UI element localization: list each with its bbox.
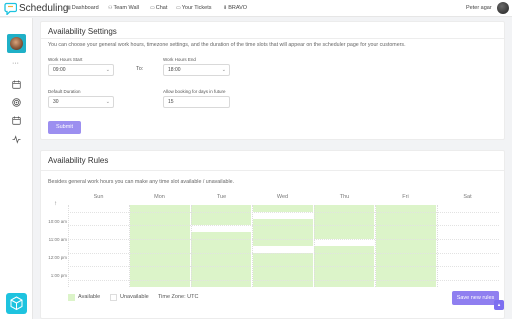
save-new-rules-button[interactable]: Save new rules [452,291,499,305]
chat-icon: ▭ [150,5,155,11]
day-column-mon [129,205,190,287]
booking-days-input[interactable]: 15 [163,96,230,108]
activity-icon[interactable] [12,135,21,144]
rules-subtitle: Besides general work hours you can make … [48,179,235,185]
to-label: To: [136,66,144,72]
work-hours-start-label: Work Hours Start [48,57,83,62]
chevron-down-icon: ⌄ [221,67,226,73]
chevron-down-icon: ⌄ [105,99,110,105]
team-icon: ⚇ [108,5,113,11]
brand-name[interactable]: Scheduling [19,2,68,15]
day-header-sat: Sat [463,194,472,200]
target-icon[interactable] [12,98,21,107]
sidebar: ··· [0,18,33,319]
work-hours-end-select[interactable]: 18:00 ⌄ [163,64,230,76]
settings-title: Availability Settings [48,27,117,36]
day-column-wed [252,205,313,287]
cube-icon [10,296,23,311]
default-duration-label: Default Duration [48,89,81,94]
more-dots-icon[interactable]: ··· [12,60,19,67]
booking-days-label: Allow booking for days in future [163,89,226,94]
day-header-wed: Wed [276,194,289,200]
legend-unavailable-swatch [110,294,117,301]
availability-grid[interactable] [68,205,499,287]
profile-avatar[interactable] [7,34,26,53]
scroll-to-top-button[interactable]: ▴ [494,300,504,310]
availability-settings-card: Availability Settings You can choose you… [40,21,505,140]
day-column-sun [68,205,129,287]
timezone-label: Time Zone: UTC [158,294,199,300]
default-duration-select[interactable]: 30 ⌄ [48,96,114,108]
dashboard-icon: ▦ [66,5,71,11]
day-header-tue: Tue [216,194,227,200]
day-header-thu: Thu [339,194,350,200]
ticket-icon: ▭ [176,5,181,11]
user-name[interactable]: Peter agar [466,5,492,12]
settings-divider [41,38,504,39]
nav-team-wall[interactable]: ⚇Team Wall [108,5,139,12]
day-header-fri: Fri [402,194,409,200]
profile-photo [10,37,23,50]
chat-bubble-logo-icon [4,2,17,15]
settings-subtitle: You can choose your general work hours, … [48,42,406,48]
rules-divider [41,170,504,171]
day-column-thu [314,205,375,287]
download-icon: ⬇ [223,5,228,11]
work-hours-end-label: Work Hours End [163,57,196,62]
nav-dashboard[interactable]: ▦Dashboard [66,5,99,12]
calendar-icon[interactable] [12,80,21,89]
arrow-up-icon[interactable]: ↑ [54,201,57,207]
app-launcher-button[interactable] [6,293,27,314]
time-label: 12:00 pm [48,255,67,260]
day-column-fri [375,205,436,287]
legend-available-label: Available [78,294,101,300]
time-label: 10:00 am [48,219,67,224]
nav-bravo[interactable]: ⬇BRAVO [223,5,247,12]
nav-your-tickets[interactable]: ▭Your Tickets [176,5,212,12]
schedule-calendar-icon[interactable] [12,116,21,125]
rules-title: Availability Rules [48,156,109,165]
day-column-tue [191,205,252,287]
legend-available-swatch [68,294,75,301]
user-avatar[interactable] [497,2,509,14]
time-label: 1:00 pm [50,273,67,278]
submit-button[interactable]: Submit [48,121,81,134]
legend-unavailable-label: Unavailable [120,294,149,300]
work-hours-start-select[interactable]: 09:00 ⌄ [48,64,114,76]
day-column-sat [437,205,498,287]
availability-rules-card: Availability Rules Besides general work … [40,150,505,319]
top-navbar: Scheduling ▦Dashboard ⚇Team Wall ▭Chat ▭… [0,0,512,17]
day-header-sun: Sun [93,194,104,200]
nav-chat[interactable]: ▭Chat [150,5,167,12]
caret-up-icon: ▴ [497,302,501,308]
day-header-mon: Mon [154,194,165,200]
time-label: 11:00 am [48,237,67,242]
chevron-down-icon: ⌄ [105,67,110,73]
